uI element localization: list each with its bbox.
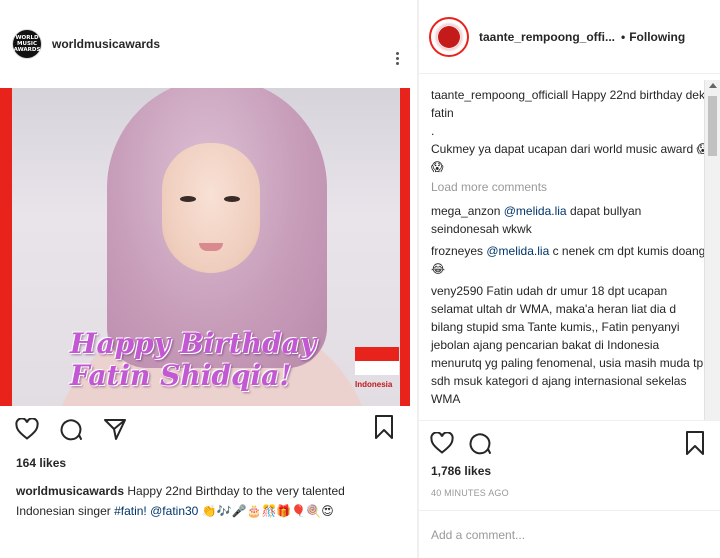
follow-dot: • [621,29,626,44]
more-icon[interactable] [392,50,402,70]
comment-item: veny2590 Fatin udah dr umur 18 dpt ucapa… [431,282,711,408]
heart-icon[interactable] [429,430,455,456]
following-button[interactable]: • Following [621,30,685,44]
comment-item: taante_rempoong_officiall Happy 22nd bir… [431,86,711,176]
bookmark-icon[interactable] [682,430,708,456]
comment-username[interactable]: frozneyes [431,244,483,258]
post-actions [14,414,128,444]
avatar[interactable]: WORLD MUSIC AWARDS [12,29,42,59]
panel-actions [429,430,493,456]
avatar[interactable] [429,16,469,57]
caption-hashtag[interactable]: #fatin! [114,504,147,518]
post-header: WORLD MUSIC AWARDS worldmusicawards [0,0,418,88]
indonesia-flag [355,347,399,375]
birthday-line-1: Happy Birthday [70,327,317,360]
scrollbar[interactable] [704,80,720,420]
bookmark-icon[interactable] [371,414,397,440]
caption-emojis: 👏🎶🎤🎂🎊🎁🎈🍭😍 [198,504,334,518]
avatar-text-3: AWARDS [13,47,41,53]
caption-username[interactable]: worldmusicawards [16,484,124,498]
birthday-overlay-text: Happy Birthday Fatin Shidqia! [70,328,316,392]
scroll-up-arrow-icon[interactable] [709,83,717,88]
comment-username[interactable]: mega_anzon [431,204,500,218]
left-post: WORLD MUSIC AWARDS worldmusicawards Happ… [0,0,418,558]
panel-username[interactable]: taante_rempoong_offi... [479,30,615,44]
post-caption: worldmusicawards Happy 22nd Birthday to … [16,481,406,521]
heart-icon[interactable] [14,416,40,442]
comment-item: mega_anzon @melida.lia dapat bullyan sei… [431,202,711,238]
add-comment-input[interactable] [431,528,709,542]
comments-list: taante_rempoong_officiall Happy 22nd bir… [419,80,720,420]
likes-count[interactable]: 164 likes [16,456,66,470]
comment-icon[interactable] [467,430,493,456]
panel-header: taante_rempoong_offi... • Following [419,0,720,74]
comment-item: frozneyes @melida.lia c nenek cm dpt kum… [431,242,711,278]
caption-mention[interactable]: @fatin30 [150,504,198,518]
comment-icon[interactable] [58,416,84,442]
comment-mention[interactable]: @melida.lia [504,204,567,218]
caption-text-2: Indonesian singer [16,504,115,518]
caption-text-1: Happy 22nd Birthday to the very talented [124,484,345,498]
comment-box [419,510,720,558]
birthday-line-2: Fatin Shidqia! [70,359,292,392]
load-more-comments[interactable]: Load more comments [431,180,711,194]
post-username[interactable]: worldmusicawards [52,37,160,51]
divider [419,420,720,421]
post-timestamp[interactable]: 40 MINUTES AGO [431,488,509,498]
comment-mention[interactable]: @melida.lia [486,244,549,258]
comment-username[interactable]: taante_rempoong_officiall [431,88,568,102]
likes-count[interactable]: 1,786 likes [431,464,491,478]
flag-label: Indonesia [355,380,393,389]
image-red-border-left [0,88,12,406]
following-label: Following [629,29,686,44]
scrollbar-thumb[interactable] [708,96,717,156]
image-red-border-right [400,88,410,406]
share-icon[interactable] [102,416,128,442]
comment-text: Fatin udah dr umur 18 dpt ucapan selamat… [431,284,704,406]
comment-username[interactable]: veny2590 [431,284,483,298]
post-image[interactable]: Happy Birthday Fatin Shidqia! Indonesia [0,88,410,406]
comments-panel: taante_rempoong_offi... • Following taant… [418,0,720,558]
